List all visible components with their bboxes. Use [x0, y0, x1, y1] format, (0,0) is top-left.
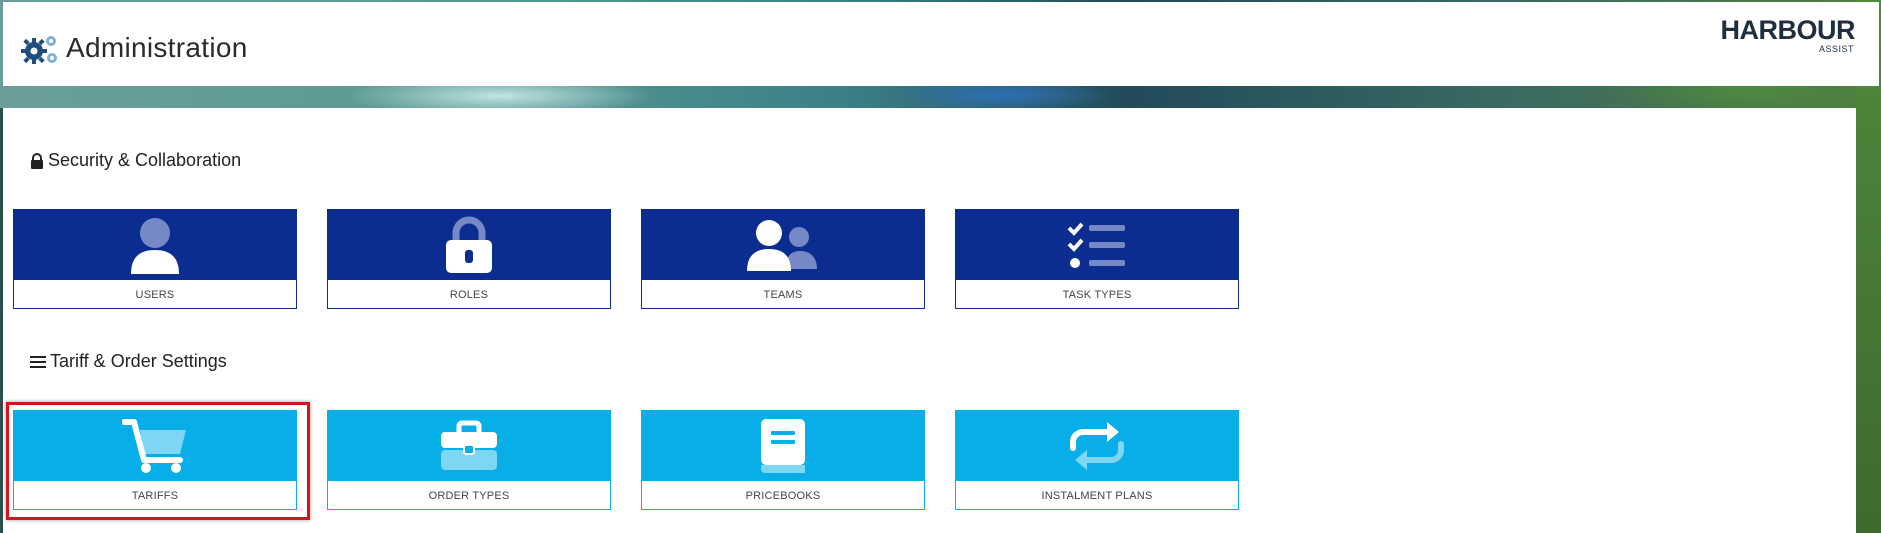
tile-label: ROLES: [449, 288, 489, 301]
section-title-label: Security & Collaboration: [48, 150, 242, 170]
briefcase-icon: [441, 420, 497, 470]
gear-icon: [21, 36, 57, 64]
team-icon: [747, 220, 817, 271]
page-header: Administration HARBOUR ASSIST: [3, 2, 1879, 86]
tile-teams[interactable]: TEAMS: [641, 209, 925, 309]
user-icon: [131, 218, 179, 274]
padlock-icon: [446, 216, 492, 273]
section-title-security: Security & Collaboration: [30, 150, 241, 171]
tile-label: TASK TYPES: [1062, 288, 1132, 301]
tile-task-types[interactable]: TASK TYPES: [955, 209, 1239, 309]
tile-order-types[interactable]: ORDER TYPES: [327, 410, 611, 510]
tile-label: USERS: [135, 288, 175, 301]
admin-content: Security & Collaboration USERS ROLES TEA…: [3, 108, 1856, 533]
checklist-icon: [1067, 222, 1125, 268]
lock-icon: [30, 152, 44, 169]
repeat-icon: [1070, 422, 1124, 470]
tile-tariffs[interactable]: TARIFFS: [13, 410, 297, 510]
tile-label: TEAMS: [763, 288, 803, 301]
tile-users[interactable]: USERS: [13, 209, 297, 309]
tile-pricebooks[interactable]: PRICEBOOKS: [641, 410, 925, 510]
book-icon: [761, 419, 805, 473]
tile-label: PRICEBOOKS: [745, 489, 821, 502]
logo-subtitle: ASSIST: [1818, 44, 1854, 54]
page-title: Administration: [66, 32, 248, 63]
list-icon: [30, 355, 46, 369]
tile-label: TARIFFS: [131, 489, 179, 502]
tile-roles[interactable]: ROLES: [327, 209, 611, 309]
cart-icon: [122, 419, 186, 473]
tile-label: ORDER TYPES: [428, 489, 510, 502]
tile-instalment-plans[interactable]: INSTALMENT PLANS: [955, 410, 1239, 510]
tile-label: INSTALMENT PLANS: [1041, 489, 1153, 502]
logo-wordmark: HARBOUR: [1720, 15, 1856, 45]
section-title-tariff: Tariff & Order Settings: [30, 351, 227, 372]
section-title-label: Tariff & Order Settings: [50, 351, 227, 371]
harbour-assist-logo[interactable]: HARBOUR ASSIST: [1715, 15, 1856, 56]
